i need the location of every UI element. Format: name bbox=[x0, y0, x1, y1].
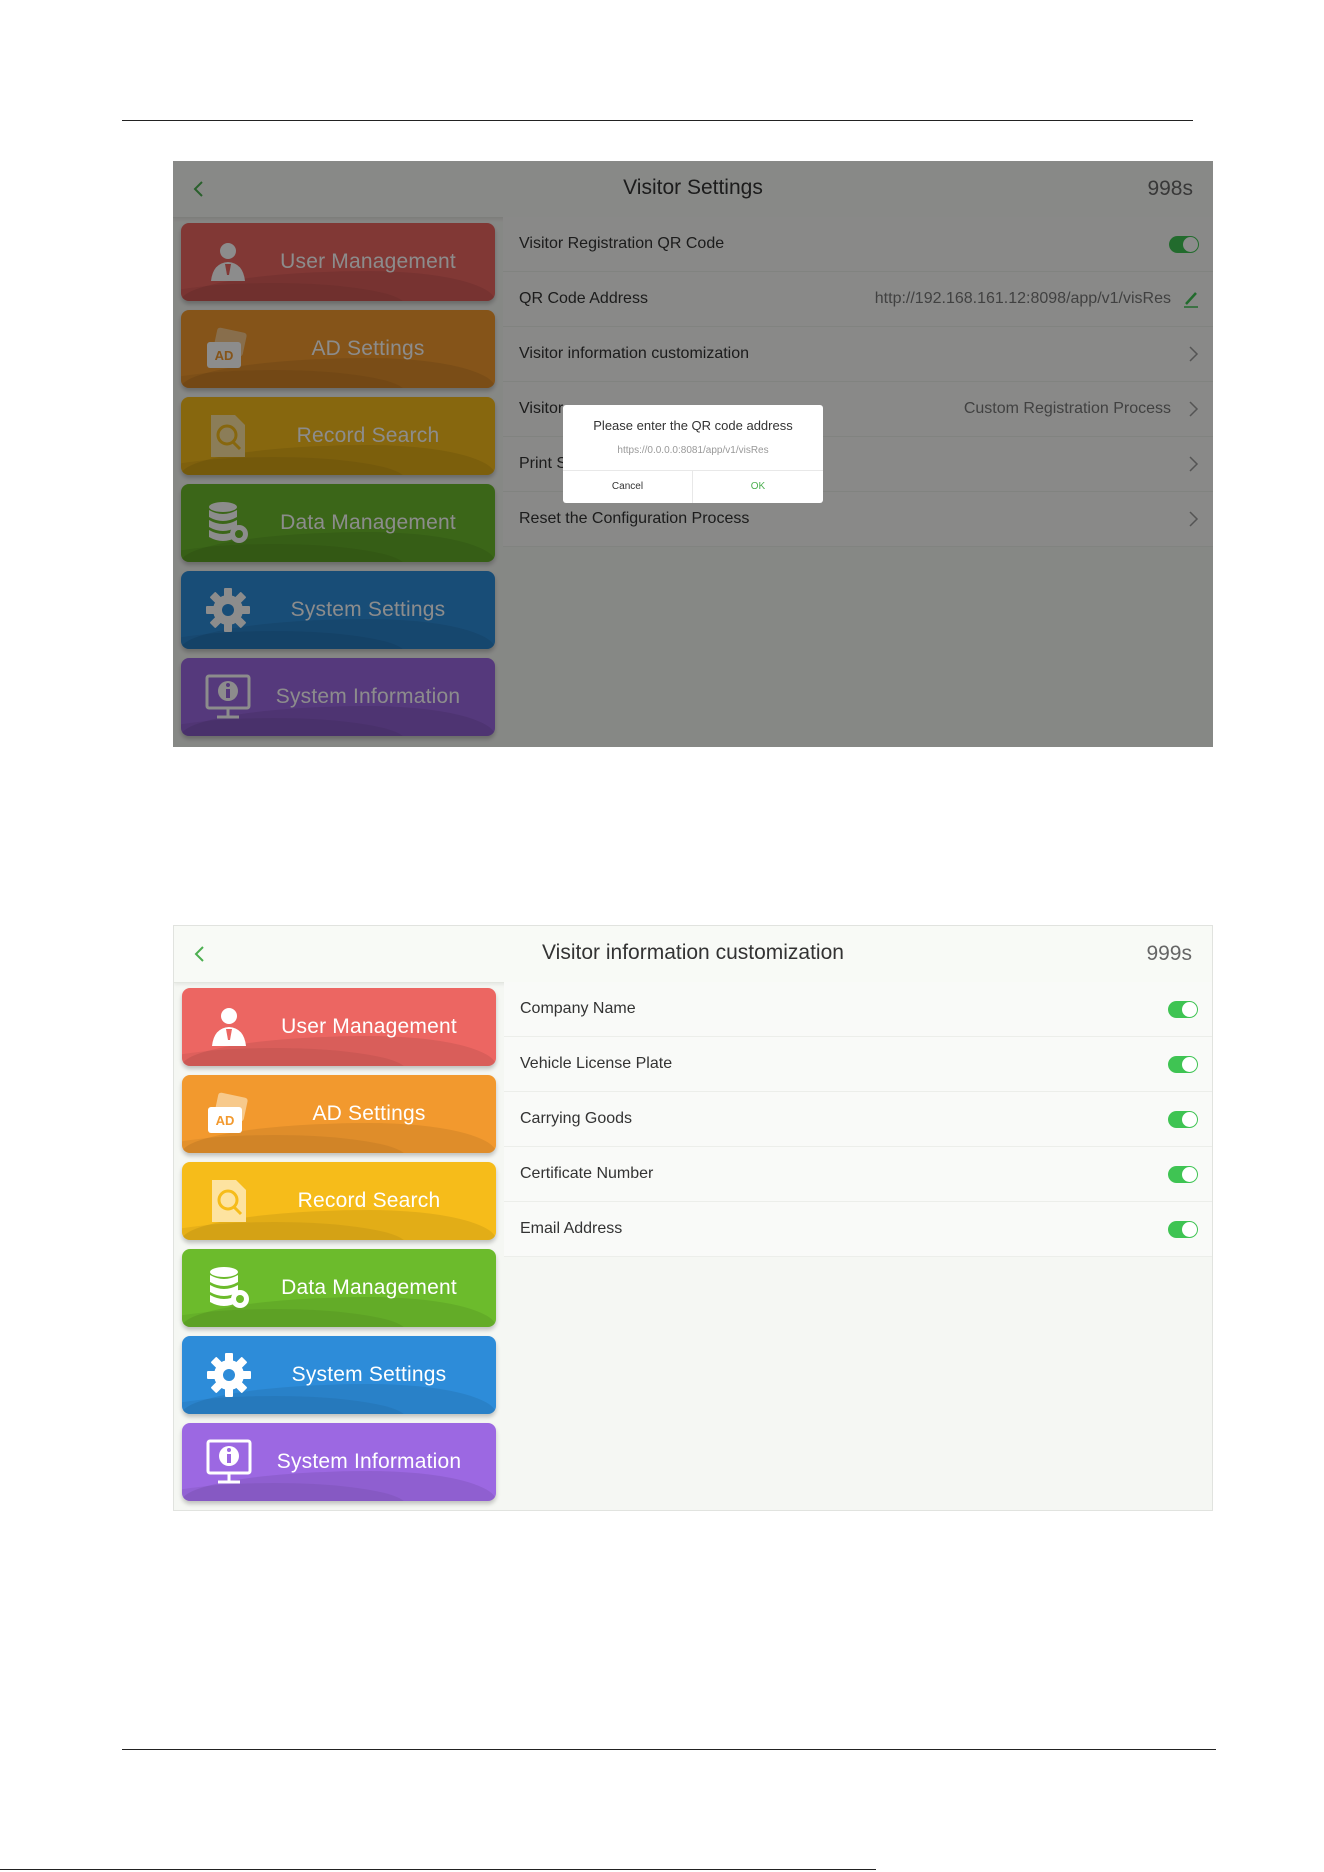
page-header-rule bbox=[122, 120, 1193, 121]
row-label: Carrying Goods bbox=[520, 1110, 633, 1127]
menu-item-system-information[interactable]: System Information bbox=[182, 1423, 496, 1501]
menu-item-user-management[interactable]: User Management bbox=[182, 988, 496, 1066]
field-row-carrying-goods[interactable]: Carrying Goods bbox=[504, 1092, 1212, 1147]
toggle-switch[interactable] bbox=[1168, 1166, 1198, 1183]
menu-item-ad-settings[interactable]: AD AD Settings bbox=[182, 1075, 496, 1153]
qr-address-dialog: Please enter the QR code address https:/… bbox=[563, 405, 823, 503]
ok-button[interactable]: OK bbox=[693, 471, 823, 503]
menu-label: System Settings bbox=[291, 1363, 447, 1386]
field-row-email-address[interactable]: Email Address bbox=[504, 1202, 1212, 1257]
menu-item-data-management[interactable]: Data Management bbox=[182, 1249, 496, 1327]
row-label: Certificate Number bbox=[520, 1165, 654, 1182]
row-label: Company Name bbox=[520, 1000, 636, 1017]
menu-label: Record Search bbox=[297, 1189, 441, 1212]
screenshot-visitor-settings: Visitor Settings 998s User Management AD… bbox=[173, 161, 1213, 747]
cancel-button[interactable]: Cancel bbox=[563, 471, 693, 503]
field-toggle-list: Company Name Vehicle License Plate Carry… bbox=[504, 982, 1212, 1257]
page-bottom-rule bbox=[0, 1869, 876, 1870]
row-label: Vehicle License Plate bbox=[520, 1055, 673, 1072]
field-row-vehicle-license-plate[interactable]: Vehicle License Plate bbox=[504, 1037, 1212, 1092]
toggle-switch[interactable] bbox=[1168, 1001, 1198, 1018]
menu-label: AD Settings bbox=[312, 1102, 426, 1125]
field-row-certificate-number[interactable]: Certificate Number bbox=[504, 1147, 1212, 1202]
menu-label: Data Management bbox=[281, 1276, 457, 1299]
page-footer-rule bbox=[122, 1749, 1216, 1750]
toggle-switch[interactable] bbox=[1168, 1056, 1198, 1073]
toggle-switch[interactable] bbox=[1168, 1221, 1198, 1238]
svg-text:AD: AD bbox=[216, 1113, 235, 1128]
screenshot-visitor-info-customization: Visitor information customization 999s U… bbox=[173, 925, 1213, 1511]
row-label: Email Address bbox=[520, 1220, 623, 1237]
dialog-buttons: Cancel OK bbox=[563, 470, 823, 503]
header-bar: Visitor information customization 999s bbox=[174, 926, 1212, 983]
field-row-company-name[interactable]: Company Name bbox=[504, 982, 1212, 1037]
menu-item-record-search[interactable]: Record Search bbox=[182, 1162, 496, 1240]
dialog-title: Please enter the QR code address bbox=[593, 418, 793, 433]
page-title: Visitor information customization bbox=[542, 941, 844, 964]
countdown-timer: 999s bbox=[1146, 942, 1192, 965]
toggle-switch[interactable] bbox=[1168, 1111, 1198, 1128]
side-menu: User Management AD AD Settings Record Se… bbox=[182, 988, 496, 1510]
menu-label: User Management bbox=[281, 1015, 457, 1038]
menu-item-system-settings[interactable]: System Settings bbox=[182, 1336, 496, 1414]
qr-address-input[interactable]: https://0.0.0.0:8081/app/v1/visRes bbox=[563, 445, 823, 456]
menu-label: System Information bbox=[276, 1450, 462, 1473]
